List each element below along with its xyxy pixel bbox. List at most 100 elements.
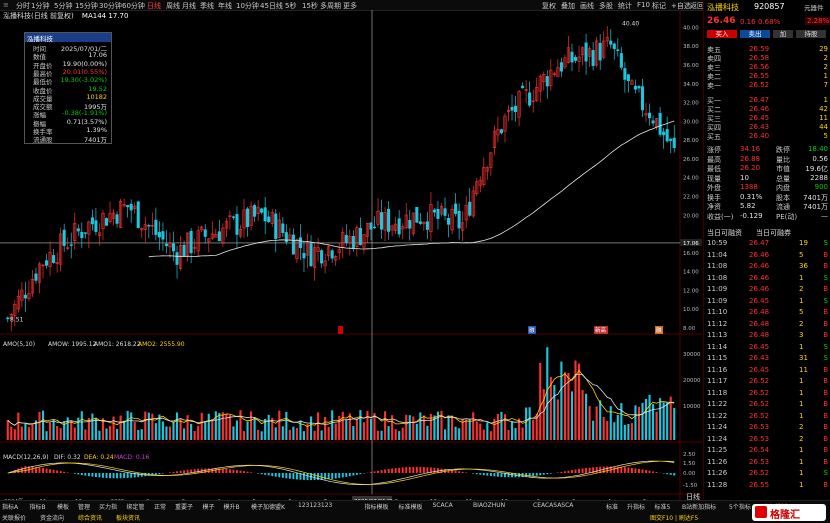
order-row[interactable]: 买二 26.46 42 <box>704 105 830 114</box>
candle-body <box>171 243 176 252</box>
industry-tag[interactable]: 元器件 <box>804 2 824 12</box>
tick-direction: B <box>823 400 828 408</box>
indicator-tab-10[interactable]: 模子加德盟K <box>251 502 285 511</box>
candle-body <box>521 85 525 89</box>
candle-body <box>369 222 373 230</box>
indicator-tab-20[interactable]: B站新加指标 <box>682 502 716 511</box>
order-row[interactable]: 卖五 26.59 29 <box>704 45 830 54</box>
candle-body <box>164 243 168 247</box>
order-row[interactable]: 买五 26.40 5 <box>704 132 830 141</box>
candle-body <box>175 252 179 265</box>
candle-body <box>267 216 271 223</box>
stat-key: 量比 <box>776 155 790 164</box>
tick-time: 11:09 <box>707 285 728 293</box>
tick-time: 11:08 <box>707 262 728 270</box>
tick-volume: 36 <box>799 262 808 270</box>
tick-volume: 1 <box>799 457 804 466</box>
info-tab-2[interactable]: 综合资讯 <box>78 513 102 522</box>
price-axis-label: 14.00 <box>683 270 699 276</box>
stat-value: 26.20 <box>740 164 761 172</box>
tick-row: 11:17 26.52 1 B <box>704 377 830 386</box>
tick-time: 11:26 <box>707 457 728 466</box>
amo-axis-label: 10000 <box>683 404 701 410</box>
stat-key: 现量 <box>707 174 721 183</box>
toolbar-btn-5[interactable]: F10 <box>637 1 650 9</box>
indicator-tab-11[interactable]: 123123123 <box>298 502 332 509</box>
indicator-tab-3[interactable]: 管理 <box>78 502 90 511</box>
indicator-tab-15[interactable]: BIAOZHUN <box>473 502 505 509</box>
indicator-tab-14[interactable]: SCACA <box>433 502 453 509</box>
price-axis-label: 38.00 <box>683 44 699 50</box>
indicator-tab-8[interactable]: 模子 <box>203 502 215 511</box>
stat-key: 内盘 <box>776 184 790 192</box>
stat-row: 净资 5.82 流通 7401万 <box>704 202 830 211</box>
trade-button-2[interactable]: 加 <box>773 30 793 38</box>
indicator-tab-17[interactable]: 标准 <box>606 502 618 511</box>
order-row[interactable]: 买三 26.45 11 <box>704 114 830 123</box>
order-price: 26.43 <box>749 123 770 131</box>
candle-body <box>584 42 588 62</box>
indicator-tab-9[interactable]: 模升B <box>224 502 240 511</box>
menu-icon[interactable]: ≡ <box>3 1 9 9</box>
indicator-tab-12[interactable]: 指标模板 <box>365 502 389 511</box>
trade-button-3[interactable]: 持股 <box>796 30 826 38</box>
tick-time: 11:14 <box>707 342 728 351</box>
amo-legend: AMOW: 1995.12 <box>48 341 97 348</box>
stat-row: 最低 26.20 市值 19.6亿 <box>704 164 830 173</box>
indicator-tab-1[interactable]: 指标B <box>30 502 46 511</box>
stat-key: 净资 <box>707 203 721 211</box>
indicator-tab-5[interactable]: 绑定管 <box>127 502 145 511</box>
indicator-tab-19[interactable]: 标准5 <box>655 502 671 511</box>
stat-key: PE(动) <box>776 212 798 221</box>
order-row[interactable]: 买一 26.47 1 <box>704 96 830 105</box>
candle-body <box>23 294 27 299</box>
tick-direction: S <box>823 342 828 351</box>
info-tab-1[interactable]: 资金流向 <box>40 513 64 522</box>
tick-time: 11:12 <box>707 319 728 328</box>
tick-row: 11:13 26.48 3 B <box>704 331 830 340</box>
stat-key: 外盘 <box>707 184 721 192</box>
order-row[interactable]: 卖二 26.55 1 <box>704 72 830 81</box>
order-row[interactable]: 卖四 26.58 2 <box>704 54 830 63</box>
cursor-info-box[interactable]: 泓播科技 时间 2025/07/01/二 数值 17.06 开盘价 19.90(0.00%… <box>24 32 112 144</box>
indicator-tab-13[interactable]: 标准模板 <box>399 502 423 511</box>
indicator-tab-4[interactable]: 买力指 <box>99 502 117 511</box>
order-row[interactable]: 买四 26.43 44 <box>704 123 830 132</box>
candle-body <box>609 40 613 45</box>
tick-direction: B <box>823 423 828 431</box>
tick-direction: B <box>823 377 828 385</box>
tick-price: 26.46 <box>749 262 770 270</box>
stat-key: 最低 <box>707 165 721 173</box>
event-marker-label: 融 <box>529 326 535 334</box>
candle-body <box>62 229 66 246</box>
tab-margin-short[interactable]: 当日可融券 <box>756 228 791 238</box>
stat-value: 34.16 <box>740 145 761 153</box>
indicator-tab-21[interactable]: 5个指标 <box>729 502 751 511</box>
tick-direction: S <box>823 354 828 362</box>
indicator-tab-2[interactable]: 模板 <box>57 502 69 511</box>
indicator-tab-0[interactable]: 指标A <box>2 502 18 511</box>
tick-time: 11:28 <box>707 480 728 489</box>
candle-body <box>626 74 630 82</box>
tick-row: 10:59 26.47 19 S <box>704 239 830 248</box>
price-axis-label: 28.00 <box>683 138 699 144</box>
tab-margin-finance[interactable]: 当日可融资 <box>707 228 742 238</box>
indicator-tab-7[interactable]: 重要子 <box>175 502 193 511</box>
info-tab-0[interactable]: 关联报价 <box>2 513 26 522</box>
brand-logo: 格隆汇 <box>752 504 826 521</box>
stat-key: 市值 <box>776 165 790 173</box>
order-row[interactable]: 卖一 26.52 7 <box>704 81 830 90</box>
candle-body <box>94 220 98 232</box>
trade-button-0[interactable]: 买入 <box>707 30 737 38</box>
order-row[interactable]: 卖三 26.56 2 <box>704 63 830 72</box>
candle-body <box>281 223 285 234</box>
info-tab-3[interactable]: 板块资讯 <box>116 513 140 522</box>
tick-row: 11:10 26.48 5 B <box>704 308 830 317</box>
tick-row: 11:26 26.52 1 S <box>704 469 830 478</box>
indicator-tab-6[interactable]: 正常 <box>154 502 166 511</box>
trade-button-1[interactable]: 卖出 <box>740 30 770 38</box>
indicator-tab-18[interactable]: 升指标 <box>627 502 645 511</box>
candle-body <box>358 227 362 246</box>
indicator-tab-16[interactable]: CEACASASCA <box>533 502 573 509</box>
price-axis-label: 24.00 <box>683 176 699 182</box>
